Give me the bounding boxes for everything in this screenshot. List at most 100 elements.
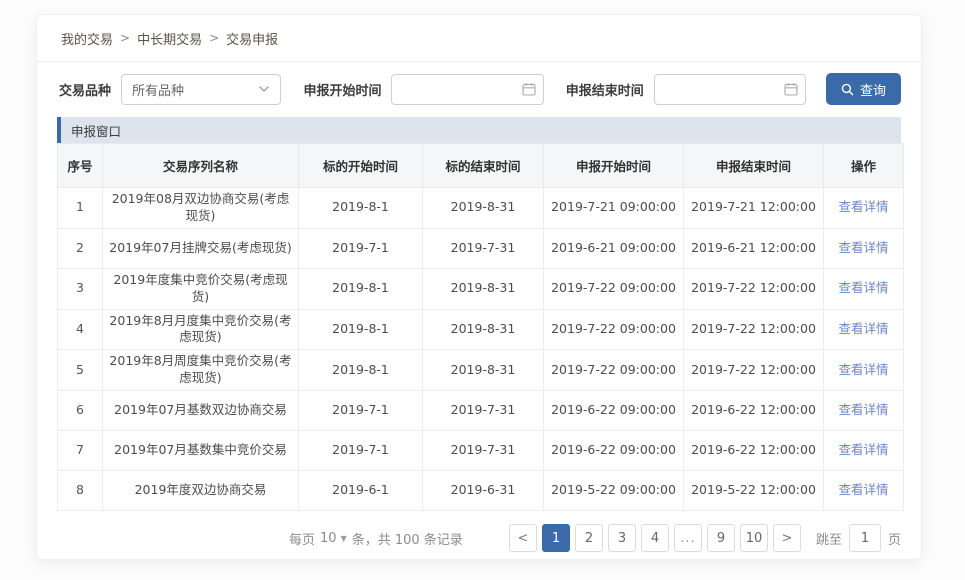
- cell-series-name: 2019年08月双边协商交易(考虑现货): [103, 188, 299, 229]
- table-row: 5 2019年8月周度集中竞价交易(考虑现货) 2019-8-1 2019-8-…: [58, 350, 904, 391]
- cell-target-start: 2019-7-1: [299, 431, 423, 471]
- view-details-link[interactable]: 查看详情: [838, 240, 888, 255]
- page-button-3[interactable]: 3: [608, 524, 636, 552]
- cell-seq: 1: [58, 188, 103, 229]
- breadcrumb-item-my-trades[interactable]: 我的交易: [61, 29, 113, 48]
- cell-seq: 8: [58, 471, 103, 511]
- cell-declare-start: 2019-7-22 09:00:00: [544, 268, 684, 309]
- trade-declaration-card: 我的交易 > 中长期交易 > 交易申报 交易品种 所有品种 申报开始时间 申报结…: [36, 14, 922, 560]
- per-page-select[interactable]: 10 ▼: [320, 531, 347, 546]
- cell-series-name: 2019年07月基数双边协商交易: [103, 391, 299, 431]
- breadcrumb: 我的交易 > 中长期交易 > 交易申报: [37, 15, 921, 62]
- table-row: 1 2019年08月双边协商交易(考虑现货) 2019-8-1 2019-8-3…: [58, 188, 904, 229]
- search-button[interactable]: 查询: [826, 73, 901, 105]
- cell-target-start: 2019-6-1: [299, 471, 423, 511]
- cell-target-start: 2019-7-1: [299, 391, 423, 431]
- pagination: < 1 2 3 4 ... 9 10 > 跳至 页: [509, 524, 901, 552]
- table-row: 2 2019年07月挂牌交易(考虑现货) 2019-7-1 2019-7-31 …: [58, 228, 904, 268]
- cell-declare-end: 2019-6-22 12:00:00: [684, 391, 824, 431]
- cell-series-name: 2019年度集中竞价交易(考虑现货): [103, 268, 299, 309]
- cell-seq: 5: [58, 350, 103, 391]
- col-header-name: 交易序列名称: [103, 144, 299, 188]
- search-icon: [841, 83, 854, 96]
- col-header-seq: 序号: [58, 144, 103, 188]
- cell-action: 查看详情: [824, 391, 904, 431]
- cell-declare-end: 2019-5-22 12:00:00: [684, 471, 824, 511]
- table-row: 7 2019年07月基数集中竞价交易 2019-7-1 2019-7-31 20…: [58, 431, 904, 471]
- cell-target-end: 2019-6-31: [423, 471, 544, 511]
- cell-declare-start: 2019-5-22 09:00:00: [544, 471, 684, 511]
- cell-declare-end: 2019-7-22 12:00:00: [684, 350, 824, 391]
- cell-declare-start: 2019-7-22 09:00:00: [544, 309, 684, 350]
- cell-declare-start: 2019-6-22 09:00:00: [544, 431, 684, 471]
- table-row: 4 2019年8月月度集中竞价交易(考虑现货) 2019-8-1 2019-8-…: [58, 309, 904, 350]
- cell-declare-start: 2019-7-21 09:00:00: [544, 188, 684, 229]
- page-button-10[interactable]: 10: [740, 524, 768, 552]
- cell-declare-end: 2019-7-22 12:00:00: [684, 268, 824, 309]
- table-row: 8 2019年度双边协商交易 2019-6-1 2019-6-31 2019-5…: [58, 471, 904, 511]
- product-type-selected-value: 所有品种: [132, 80, 184, 99]
- page-button-9[interactable]: 9: [707, 524, 735, 552]
- cell-declare-end: 2019-6-21 12:00:00: [684, 228, 824, 268]
- calendar-icon[interactable]: [522, 82, 536, 96]
- page-ellipsis: ...: [674, 524, 702, 552]
- breadcrumb-separator: >: [120, 31, 130, 45]
- breadcrumb-item-mid-long-term[interactable]: 中长期交易: [137, 29, 202, 48]
- table-row: 3 2019年度集中竞价交易(考虑现货) 2019-8-1 2019-8-31 …: [58, 268, 904, 309]
- page-button-2[interactable]: 2: [575, 524, 603, 552]
- filter-bar: 交易品种 所有品种 申报开始时间 申报结束时间 查询: [37, 62, 921, 115]
- declaration-table: 序号 交易序列名称 标的开始时间 标的结束时间 申报开始时间 申报结束时间 操作…: [57, 143, 904, 511]
- cell-target-start: 2019-8-1: [299, 268, 423, 309]
- jump-page-input[interactable]: [849, 524, 881, 552]
- cell-target-start: 2019-8-1: [299, 309, 423, 350]
- cell-series-name: 2019年度双边协商交易: [103, 471, 299, 511]
- view-details-link[interactable]: 查看详情: [838, 280, 888, 295]
- caret-down-icon: ▼: [341, 534, 347, 543]
- cell-declare-start: 2019-7-22 09:00:00: [544, 350, 684, 391]
- view-details-link[interactable]: 查看详情: [838, 199, 888, 214]
- cell-action: 查看详情: [824, 471, 904, 511]
- cell-series-name: 2019年07月挂牌交易(考虑现货): [103, 228, 299, 268]
- declare-end-label: 申报结束时间: [566, 80, 644, 99]
- cell-declare-end: 2019-7-21 12:00:00: [684, 188, 824, 229]
- cell-seq: 3: [58, 268, 103, 309]
- calendar-icon[interactable]: [784, 82, 798, 96]
- per-page-control: 每页 10 ▼ 条，共 100 条记录: [289, 529, 463, 548]
- table-header-row: 序号 交易序列名称 标的开始时间 标的结束时间 申报开始时间 申报结束时间 操作: [58, 144, 904, 188]
- cell-declare-end: 2019-6-22 12:00:00: [684, 431, 824, 471]
- cell-target-start: 2019-8-1: [299, 350, 423, 391]
- cell-declare-start: 2019-6-21 09:00:00: [544, 228, 684, 268]
- page-button-1[interactable]: 1: [542, 524, 570, 552]
- cell-series-name: 2019年07月基数集中竞价交易: [103, 431, 299, 471]
- jump-suffix: 页: [888, 529, 901, 548]
- section-header-declaration-window: 申报窗口: [57, 117, 901, 143]
- per-page-prefix: 每页: [289, 529, 315, 548]
- col-header-target-end: 标的结束时间: [423, 144, 544, 188]
- cell-seq: 6: [58, 391, 103, 431]
- prev-page-button[interactable]: <: [509, 524, 537, 552]
- view-details-link[interactable]: 查看详情: [838, 402, 888, 417]
- breadcrumb-item-trade-declaration: 交易申报: [226, 29, 278, 48]
- cell-target-end: 2019-7-31: [423, 391, 544, 431]
- cell-seq: 7: [58, 431, 103, 471]
- cell-action: 查看详情: [824, 350, 904, 391]
- view-details-link[interactable]: 查看详情: [838, 321, 888, 336]
- cell-seq: 2: [58, 228, 103, 268]
- cell-target-end: 2019-8-31: [423, 188, 544, 229]
- chevron-down-icon: [258, 85, 270, 93]
- jump-to-page: 跳至 页: [816, 524, 901, 552]
- cell-target-start: 2019-8-1: [299, 188, 423, 229]
- declare-start-label: 申报开始时间: [303, 80, 381, 99]
- view-details-link[interactable]: 查看详情: [838, 362, 888, 377]
- product-type-select[interactable]: 所有品种: [121, 74, 281, 105]
- declare-start-field: [391, 74, 543, 105]
- next-page-button[interactable]: >: [773, 524, 801, 552]
- col-header-declare-start: 申报开始时间: [544, 144, 684, 188]
- view-details-link[interactable]: 查看详情: [838, 442, 888, 457]
- cell-action: 查看详情: [824, 188, 904, 229]
- cell-series-name: 2019年8月月度集中竞价交易(考虑现货): [103, 309, 299, 350]
- cell-target-end: 2019-7-31: [423, 228, 544, 268]
- page-button-4[interactable]: 4: [641, 524, 669, 552]
- view-details-link[interactable]: 查看详情: [838, 482, 888, 497]
- per-page-value: 10: [320, 531, 337, 546]
